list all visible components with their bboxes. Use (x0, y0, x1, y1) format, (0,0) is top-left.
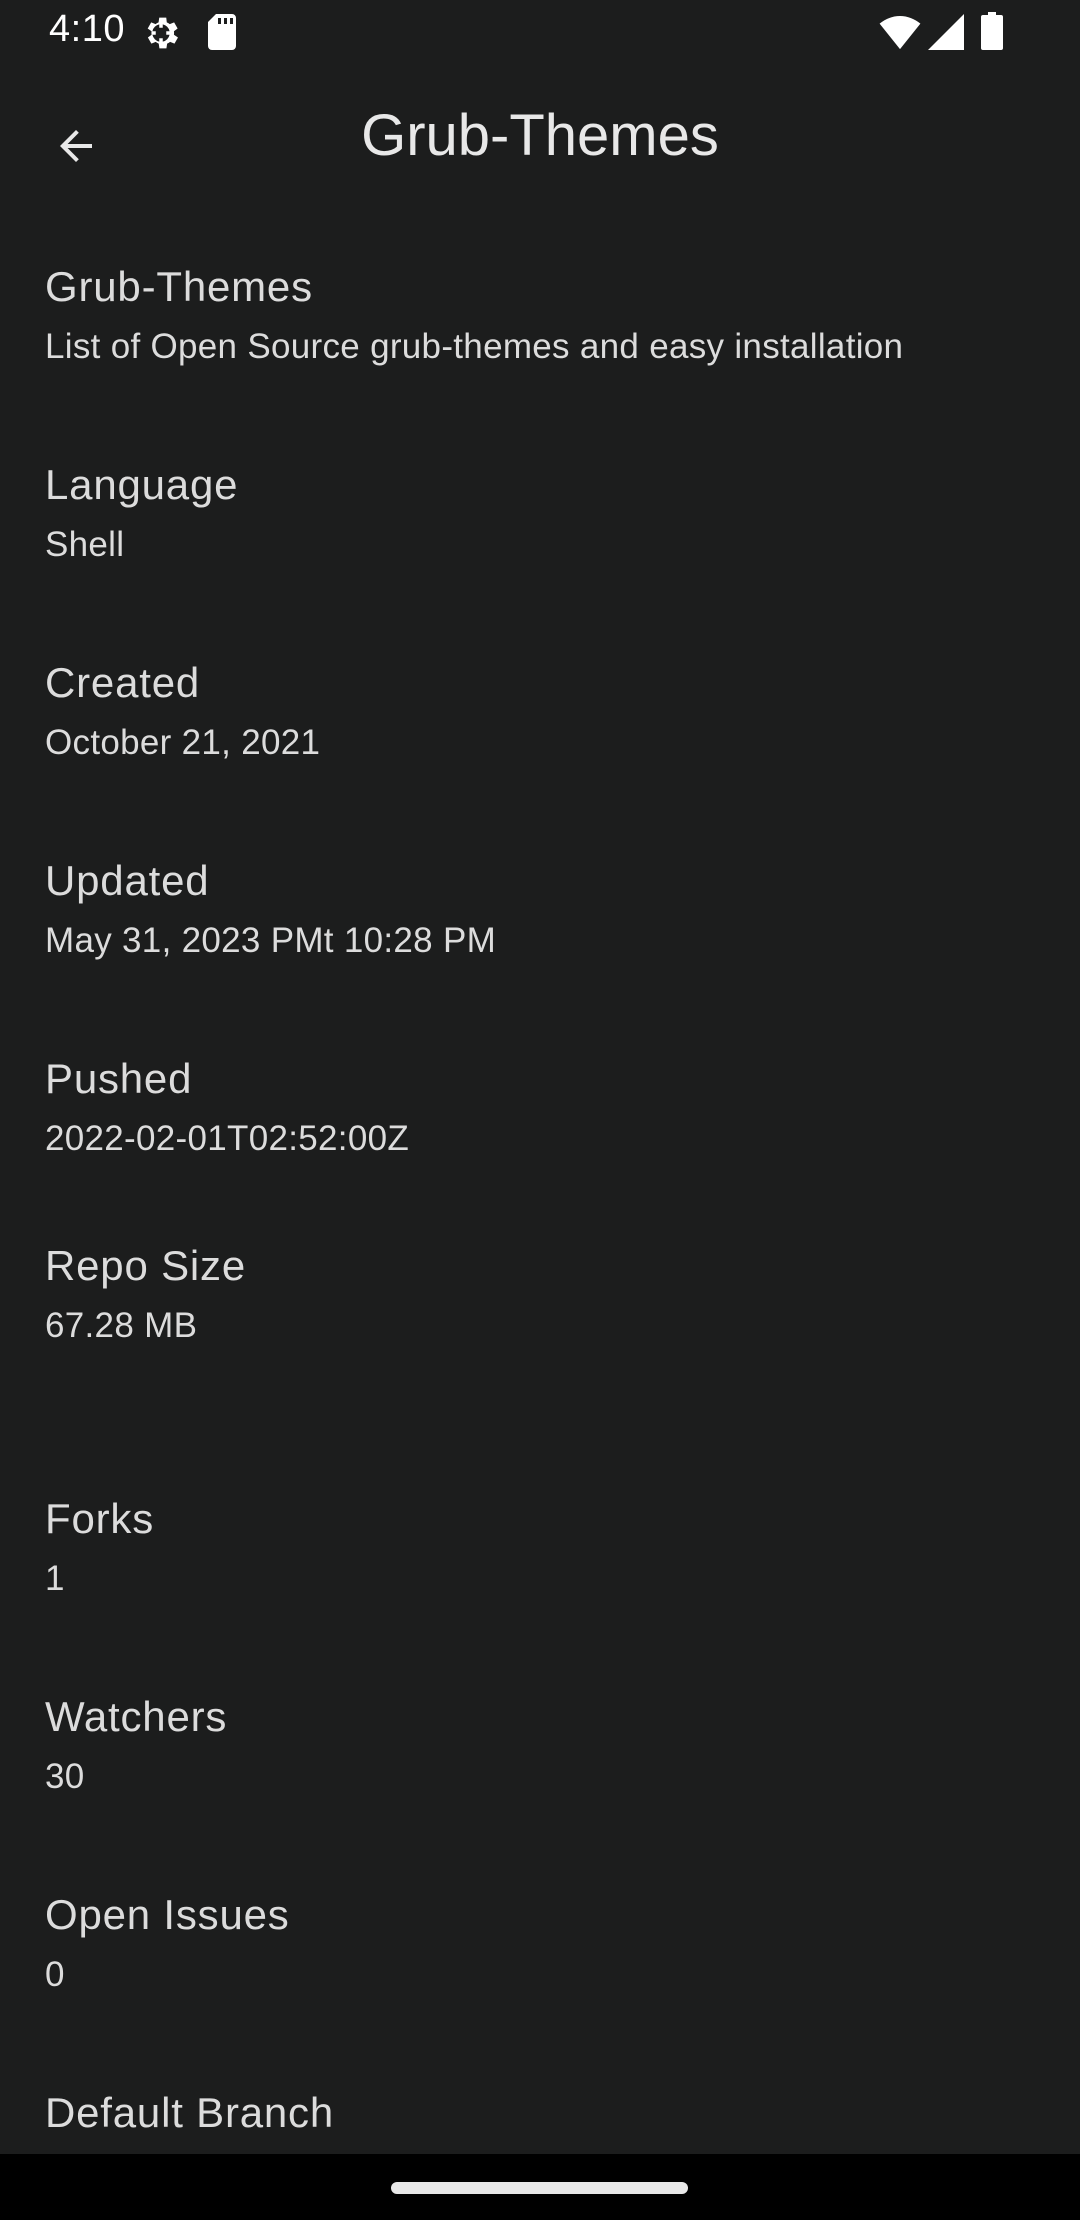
repo-name-label: Grub-Themes (45, 263, 313, 310)
updated-value: May 31, 2023 PMt 10:28 PM (45, 921, 497, 960)
repo-details-screen: 4:10 Grub-Themes Grub-Themes List of Ope… (0, 0, 1080, 2220)
sd-card-icon (208, 14, 236, 50)
status-bar: 4:10 (0, 0, 1080, 66)
language-item: Language Shell (45, 459, 1040, 569)
forks-label: Forks (45, 1495, 154, 1542)
language-label: Language (45, 461, 239, 508)
repo-name-item: Grub-Themes List of Open Source grub-the… (45, 261, 1040, 371)
wifi-icon (879, 16, 921, 50)
repo-size-label: Repo Size (45, 1242, 246, 1289)
created-value: October 21, 2021 (45, 723, 321, 762)
default-branch-item: Default Branch (45, 2087, 1040, 2139)
language-value: Shell (45, 525, 125, 564)
repo-description-value: List of Open Source grub-themes and easy… (45, 327, 904, 366)
gesture-nav-bar (0, 2154, 1080, 2220)
page-title: Grub-Themes (361, 103, 719, 168)
watchers-item: Watchers 30 (45, 1691, 1040, 1801)
app-bar: Grub-Themes (0, 66, 1080, 222)
default-branch-label: Default Branch (45, 2089, 335, 2136)
open-issues-item: Open Issues 0 (45, 1889, 1040, 1999)
updated-label: Updated (45, 857, 210, 904)
signal-icon (928, 14, 964, 50)
gear-icon (147, 17, 178, 49)
home-indicator[interactable] (391, 2182, 688, 2194)
forks-item: Forks 1 (45, 1493, 1040, 1603)
open-issues-value: 0 (45, 1955, 65, 1994)
status-time: 4:10 (49, 8, 125, 50)
pushed-item: Pushed 2022-02-01T02:52:00Z (45, 1053, 1040, 1163)
pushed-value: 2022-02-01T02:52:00Z (45, 1119, 410, 1158)
battery-icon (981, 12, 1003, 50)
forks-value: 1 (45, 1559, 65, 1598)
repo-size-item: Repo Size 67.28 MB (45, 1240, 1040, 1350)
pushed-label: Pushed (45, 1055, 193, 1102)
watchers-label: Watchers (45, 1693, 228, 1740)
repo-size-value: 67.28 MB (45, 1306, 198, 1345)
created-label: Created (45, 659, 201, 706)
watchers-value: 30 (45, 1757, 85, 1796)
created-item: Created October 21, 2021 (45, 657, 1040, 767)
open-issues-label: Open Issues (45, 1891, 290, 1938)
updated-item: Updated May 31, 2023 PMt 10:28 PM (45, 855, 1040, 965)
